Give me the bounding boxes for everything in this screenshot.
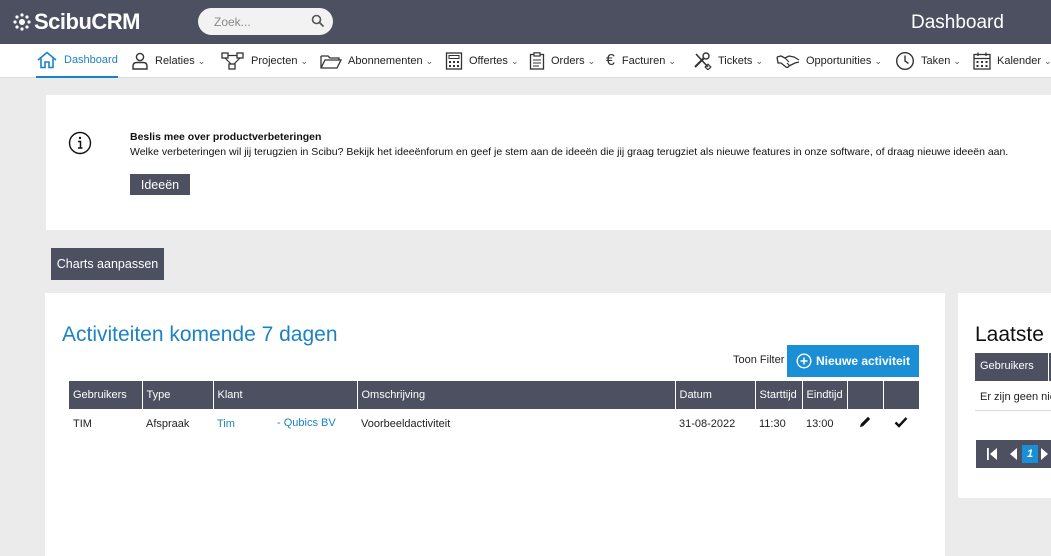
column-header-eindtijd[interactable]: Eindtijd xyxy=(802,381,848,409)
person-icon xyxy=(132,52,148,70)
charts-customize-button[interactable]: Charts aanpassen xyxy=(51,248,164,280)
tools-icon xyxy=(694,52,712,70)
pencil-icon[interactable] xyxy=(858,415,872,429)
calculator-icon xyxy=(445,52,463,70)
activities-panel: Activiteiten komende 7 dagen Toon Filter… xyxy=(45,293,945,556)
column-divider xyxy=(1048,353,1049,381)
plus-circle-icon xyxy=(796,353,812,369)
new-activity-button[interactable]: Nieuwe activiteit xyxy=(787,345,919,377)
nav-item-label: Offertes xyxy=(469,55,508,67)
table-row[interactable]: TIM Afspraak Tim - Qubics BV Voorbeeldac… xyxy=(69,409,919,438)
chevron-down-icon: ⌄ xyxy=(425,55,434,66)
search-icon[interactable] xyxy=(311,14,325,28)
euro-icon: € xyxy=(606,52,615,69)
clock-icon xyxy=(895,51,915,71)
nav-item-offertes[interactable]: Offertes ⌄ xyxy=(445,44,518,78)
nav-item-orders[interactable]: Orders ⌄ xyxy=(529,44,595,78)
nav-item-label: Orders xyxy=(551,55,585,67)
previous-page-icon[interactable] xyxy=(1008,447,1018,461)
nav-item-kalender[interactable]: Kalender ⌄ xyxy=(973,44,1051,78)
cell-type: Afspraak xyxy=(146,417,190,430)
nav-item-label: Dashboard xyxy=(64,54,118,66)
column-header-gebruikers[interactable]: Gebruikers xyxy=(69,381,143,409)
chevron-down-icon: ⌄ xyxy=(668,55,676,66)
latest-column-header[interactable]: Gebruikers xyxy=(975,353,1051,381)
chevron-down-icon: ⌄ xyxy=(1044,55,1051,66)
cell-complete xyxy=(883,409,919,438)
info-title: Beslis mee over productverbeteringen xyxy=(130,131,322,143)
nav-item-relaties[interactable]: Relaties ⌄ xyxy=(131,44,205,78)
nav-item-label: Facturen xyxy=(621,55,666,67)
logo[interactable]: ScibuCRM xyxy=(12,9,141,34)
first-page-icon[interactable] xyxy=(986,447,998,461)
activities-table: Gebruikers Type Klant Omschrijving Datum… xyxy=(69,381,920,438)
project-icon xyxy=(221,52,244,70)
home-icon xyxy=(37,51,57,69)
column-header-starttijd[interactable]: Starttijd xyxy=(755,381,803,409)
page-title: Dashboard xyxy=(911,12,1004,33)
cell-end: 13:00 xyxy=(806,417,834,430)
nav-item-label: Tickets xyxy=(718,55,753,67)
nav-item-label: Projecten xyxy=(251,55,298,67)
nav-item-facturen[interactable]: € Facturen ⌄ xyxy=(606,44,676,78)
chevron-down-icon: ⌄ xyxy=(300,55,309,66)
cell-start: 11:30 xyxy=(759,417,786,430)
nav-item-tickets[interactable]: Tickets ⌄ xyxy=(692,44,763,78)
column-header-edit xyxy=(847,381,884,409)
handshake-icon xyxy=(776,55,800,68)
chevron-down-icon: ⌄ xyxy=(874,55,882,66)
main-nav: Dashboard Relaties ⌄ Projecten ⌄ Abonnemen… xyxy=(0,44,1051,78)
chevron-down-icon: ⌄ xyxy=(755,55,763,66)
table-header-row: Gebruikers Type Klant Omschrijving Datum… xyxy=(69,381,920,409)
new-activity-label: Nieuwe activiteit xyxy=(815,354,911,368)
calendar-icon xyxy=(973,52,991,70)
cell-user: TIM xyxy=(73,417,92,430)
column-header-complete xyxy=(883,381,920,409)
nav-item-label: Taken xyxy=(921,55,951,67)
klant-name-link[interactable]: Tim xyxy=(217,418,235,430)
info-text: Welke verbeteringen wil jij terugzien in… xyxy=(130,146,1009,158)
cell-edit xyxy=(847,409,883,438)
latest-panel: Laatste Gebruikers Er zijn geen nieuwe 1 xyxy=(958,293,1051,498)
cell-description: Voorbeeldactiviteit xyxy=(361,417,451,430)
latest-title: Laatste xyxy=(975,323,1044,346)
search-input[interactable] xyxy=(214,13,309,30)
clipboard-icon xyxy=(529,52,545,70)
next-page-icon[interactable] xyxy=(1040,447,1050,461)
nav-item-label: Abonnementen xyxy=(348,55,423,67)
cell-klant: Tim - Qubics BV xyxy=(213,409,357,438)
logo-icon xyxy=(13,13,31,31)
logo-text: ScibuCRM xyxy=(34,9,141,34)
nav-item-projecten[interactable]: Projecten ⌄ xyxy=(221,44,308,78)
nav-item-opportunities[interactable]: Opportunities ⌄ xyxy=(776,44,882,78)
toggle-filter-link[interactable]: Toon Filter xyxy=(733,354,784,366)
nav-item-label: Relaties xyxy=(155,55,195,67)
search-box xyxy=(198,8,333,35)
info-icon xyxy=(68,131,92,155)
nav-item-abonnementen[interactable]: Abonnementen ⌄ xyxy=(320,44,433,78)
nav-item-taken[interactable]: Taken ⌄ xyxy=(895,44,961,78)
folder-icon xyxy=(320,55,342,69)
latest-empty-message: Er zijn geen nieuwe xyxy=(975,382,1051,411)
cell-date: 31-08-2022 xyxy=(679,417,736,430)
nav-item-label: Kalender xyxy=(997,55,1042,67)
klant-company-link[interactable]: - Qubics BV xyxy=(277,417,336,429)
activities-title: Activiteiten komende 7 dagen xyxy=(62,323,338,346)
checkmark-icon[interactable] xyxy=(894,415,908,429)
chevron-down-icon: ⌄ xyxy=(953,55,961,66)
current-page[interactable]: 1 xyxy=(1022,445,1038,463)
top-bar: ScibuCRM Dashboard xyxy=(0,0,1051,44)
column-header-klant[interactable]: Klant xyxy=(213,381,358,409)
info-panel: Beslis mee over productverbeteringen Wel… xyxy=(46,95,1051,230)
nav-item-label: Opportunities xyxy=(806,55,872,67)
chevron-down-icon: ⌄ xyxy=(510,55,519,66)
column-header-omschrijving[interactable]: Omschrijving xyxy=(357,381,676,409)
chevron-down-icon: ⌄ xyxy=(587,55,596,66)
ideeen-button[interactable]: Ideeën xyxy=(130,174,190,195)
nav-item-dashboard[interactable]: Dashboard xyxy=(36,44,118,78)
pagination: 1 xyxy=(976,440,1051,468)
column-header-type[interactable]: Type xyxy=(142,381,214,409)
column-header-datum[interactable]: Datum xyxy=(675,381,756,409)
chevron-down-icon: ⌄ xyxy=(197,55,206,66)
